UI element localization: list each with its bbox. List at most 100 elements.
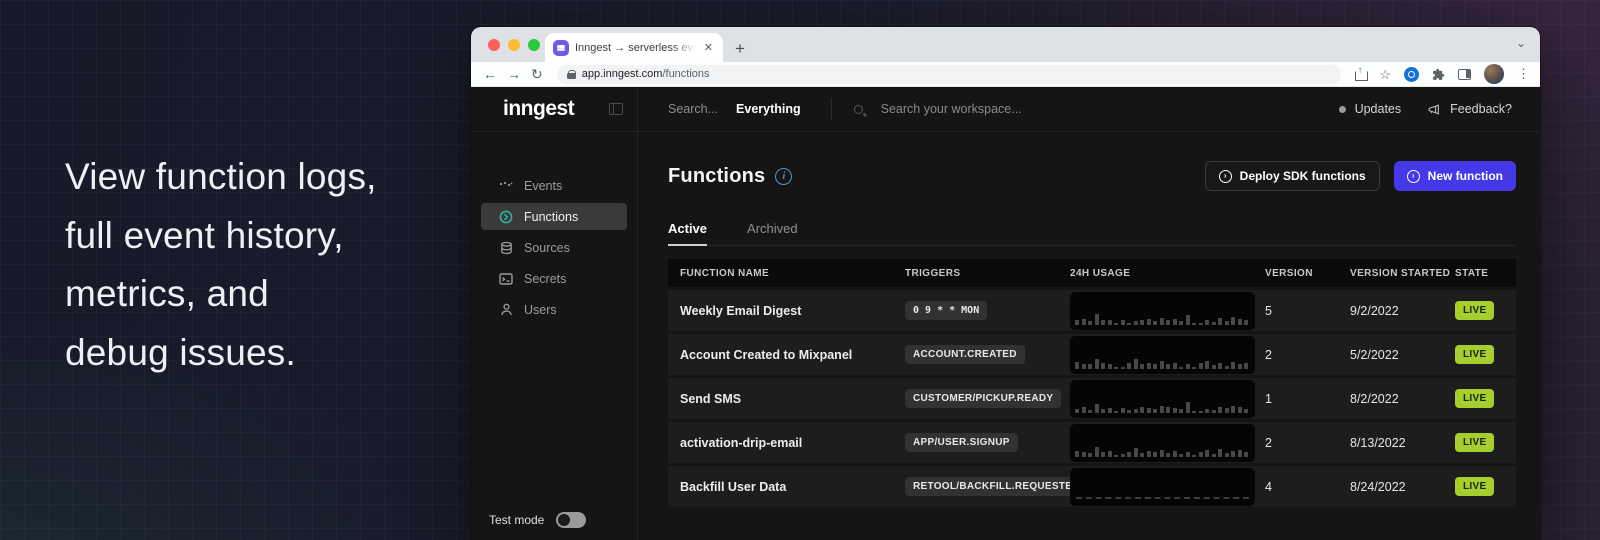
trigger-badge: CUSTOMER/PICKUP.READY bbox=[905, 389, 1061, 408]
sidebar-item-sources[interactable]: Sources bbox=[481, 232, 627, 263]
new-function-button[interactable]: › New function bbox=[1394, 161, 1516, 191]
lock-icon[interactable] bbox=[567, 70, 576, 79]
version-started-value: 8/2/2022 bbox=[1350, 392, 1455, 406]
version-value: 5 bbox=[1265, 304, 1350, 318]
browser-tab-active[interactable]: Inngest → serverless event-dri ✕ bbox=[545, 33, 723, 62]
tab-search-chevron-icon[interactable]: ⌄ bbox=[1516, 36, 1526, 50]
page-header: Functions i › Deploy SDK functions › New… bbox=[668, 158, 1516, 194]
hero-line: metrics, and bbox=[65, 265, 377, 324]
info-icon[interactable]: i bbox=[775, 168, 792, 185]
function-name[interactable]: Account Created to Mixpanel bbox=[668, 348, 905, 362]
deploy-sdk-functions-button[interactable]: › Deploy SDK functions bbox=[1205, 161, 1380, 191]
back-icon[interactable]: ← bbox=[483, 67, 497, 81]
search-scope-selector[interactable]: Everything bbox=[736, 102, 801, 116]
version-value: 1 bbox=[1265, 392, 1350, 406]
version-started-value: 8/13/2022 bbox=[1350, 436, 1455, 450]
circle-arrow-icon: › bbox=[1407, 170, 1420, 183]
bookmark-star-icon[interactable]: ☆ bbox=[1379, 68, 1391, 81]
browser-menu-icon[interactable]: ⋮ bbox=[1517, 66, 1530, 82]
extensions-puzzle-icon[interactable] bbox=[1432, 68, 1445, 81]
col-state: STATE bbox=[1455, 268, 1516, 279]
table-row[interactable]: Weekly Email Digest 0 9 * * MON 5 9/2/20… bbox=[668, 287, 1516, 331]
secrets-terminal-icon bbox=[499, 272, 513, 286]
sidebar-item-label: Functions bbox=[524, 210, 578, 224]
close-window-button[interactable] bbox=[488, 39, 500, 51]
sidebar-item-users[interactable]: Users bbox=[481, 294, 627, 325]
usage-sparkline-chart bbox=[1070, 380, 1255, 418]
password-manager-extension-icon[interactable] bbox=[1404, 67, 1419, 82]
browser-window: Inngest → serverless event-dri ✕ + ⌄ ← →… bbox=[471, 27, 1540, 540]
table-row[interactable]: Backfill User Data RETOOL/BACKFILL.REQUE… bbox=[668, 463, 1516, 507]
browser-toolbar: ← → ↻ app.inngest.com/functions ☆ ⋮ bbox=[471, 62, 1540, 87]
sidebar: Events Functions Sources bbox=[471, 132, 638, 540]
tab-active[interactable]: Active bbox=[668, 221, 707, 245]
events-icon bbox=[499, 179, 513, 193]
live-state-badge: LIVE bbox=[1455, 433, 1494, 452]
sidebar-header: inngest bbox=[471, 87, 638, 131]
updates-button[interactable]: Updates bbox=[1339, 102, 1402, 116]
version-value: 2 bbox=[1265, 348, 1350, 362]
table-header: FUNCTION NAME TRIGGERS 24H USAGE VERSION… bbox=[668, 259, 1516, 287]
profile-avatar[interactable] bbox=[1484, 64, 1504, 84]
sidebar-item-functions[interactable]: Functions bbox=[481, 203, 627, 230]
hero-line: View function logs, bbox=[65, 148, 377, 207]
toolbar-actions: ☆ ⋮ bbox=[1355, 64, 1530, 84]
sidebar-item-label: Events bbox=[524, 179, 562, 193]
url-text: app.inngest.com/functions bbox=[582, 68, 710, 80]
live-state-badge: LIVE bbox=[1455, 389, 1494, 408]
version-started-value: 9/2/2022 bbox=[1350, 304, 1455, 318]
table-row[interactable]: Send SMS CUSTOMER/PICKUP.READY 1 8/2/202… bbox=[668, 375, 1516, 419]
search-label[interactable]: Search... bbox=[668, 102, 718, 116]
version-started-value: 5/2/2022 bbox=[1350, 348, 1455, 362]
forward-icon[interactable]: → bbox=[507, 67, 521, 81]
trigger-badge: ACCOUNT.CREATED bbox=[905, 345, 1025, 364]
workspace-topbar: Search... Everything Updates bbox=[638, 87, 1540, 131]
updates-label: Updates bbox=[1355, 102, 1402, 116]
sidebar-item-label: Users bbox=[524, 303, 557, 317]
tab-archived[interactable]: Archived bbox=[747, 221, 798, 245]
sidebar-item-secrets[interactable]: Secrets bbox=[481, 263, 627, 294]
test-mode-toggle[interactable] bbox=[556, 512, 586, 528]
version-value: 2 bbox=[1265, 436, 1350, 450]
share-icon[interactable] bbox=[1355, 68, 1366, 81]
version-value: 4 bbox=[1265, 480, 1350, 494]
function-tabs: Active Archived bbox=[668, 210, 1516, 246]
feedback-button[interactable]: Feedback? bbox=[1427, 102, 1512, 116]
sidebar-item-label: Sources bbox=[524, 241, 570, 255]
function-name[interactable]: Backfill User Data bbox=[668, 480, 905, 494]
col-triggers: TRIGGERS bbox=[905, 268, 1070, 279]
functions-page: Functions i › Deploy SDK functions › New… bbox=[638, 132, 1540, 540]
trigger-badge: RETOOL/BACKFILL.REQUESTED bbox=[905, 477, 1088, 496]
usage-sparkline-chart bbox=[1070, 292, 1255, 330]
usage-sparkline-chart bbox=[1070, 468, 1255, 506]
table-row[interactable]: Account Created to Mixpanel ACCOUNT.CREA… bbox=[668, 331, 1516, 375]
version-started-value: 8/24/2022 bbox=[1350, 480, 1455, 494]
sidebar-item-events[interactable]: Events bbox=[481, 170, 627, 201]
function-name[interactable]: activation-drip-email bbox=[668, 436, 905, 450]
marketing-canvas: View function logs, full event history, … bbox=[0, 0, 1600, 540]
header-buttons: › Deploy SDK functions › New function bbox=[1205, 161, 1516, 191]
app-top-bar: inngest Search... Everything Updates bbox=[471, 87, 1540, 132]
col-function-name: FUNCTION NAME bbox=[668, 268, 905, 279]
col-24h-usage: 24H USAGE bbox=[1070, 268, 1265, 279]
tab-close-icon[interactable]: ✕ bbox=[702, 41, 715, 54]
table-row[interactable]: activation-drip-email APP/USER.SIGNUP 2 … bbox=[668, 419, 1516, 463]
inngest-logo: inngest bbox=[503, 97, 609, 121]
reload-icon[interactable]: ↻ bbox=[531, 67, 543, 81]
function-name[interactable]: Weekly Email Digest bbox=[668, 304, 905, 318]
sidebar-collapse-icon[interactable] bbox=[609, 103, 623, 115]
minimize-window-button[interactable] bbox=[508, 39, 520, 51]
workspace-search-input[interactable] bbox=[881, 102, 1141, 116]
function-name[interactable]: Send SMS bbox=[668, 392, 905, 406]
app-body: Events Functions Sources bbox=[471, 132, 1540, 540]
test-mode-row: Test mode bbox=[471, 512, 637, 540]
new-tab-button[interactable]: + bbox=[735, 40, 745, 57]
address-bar[interactable]: app.inngest.com/functions bbox=[557, 65, 1342, 84]
trigger-badge: APP/USER.SIGNUP bbox=[905, 433, 1018, 452]
inngest-app: inngest Search... Everything Updates bbox=[471, 87, 1540, 540]
functions-table: FUNCTION NAME TRIGGERS 24H USAGE VERSION… bbox=[668, 259, 1516, 507]
side-panel-icon[interactable] bbox=[1458, 69, 1471, 80]
test-mode-label: Test mode bbox=[489, 513, 544, 527]
zoom-window-button[interactable] bbox=[528, 39, 540, 51]
circle-arrow-icon: › bbox=[1219, 170, 1232, 183]
